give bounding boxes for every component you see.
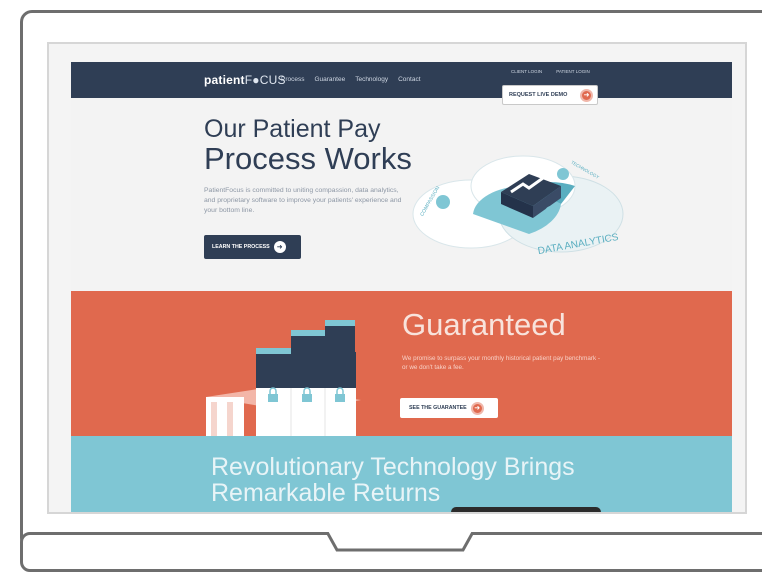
laptop-screen: patientF●CUS Process Guarantee Technolog… (47, 42, 747, 514)
laptop-hinge (325, 532, 475, 552)
logo[interactable]: patientF●CUS (204, 73, 286, 87)
hero-title-line1: Our Patient Pay (204, 115, 381, 143)
nav-links: Process Guarantee Technology Contact (281, 76, 421, 83)
technology-title-line1: Revolutionary Technology Brings (211, 453, 575, 481)
arrow-right-icon: ➜ (273, 241, 286, 253)
technology-title-line2: Remarkable Returns (211, 479, 441, 508)
arrow-right-icon: ➜ (470, 401, 484, 415)
request-demo-label: REQUEST LIVE DEMO (509, 92, 568, 98)
see-guarantee-label: SEE THE GUARANTEE (409, 405, 467, 411)
guarantee-title: Guaranteed (402, 307, 566, 342)
login-links: CLIENT LOGIN PATIENT LOGIN (511, 69, 590, 74)
logo-main: patient (204, 73, 245, 87)
guarantee-description: We promise to surpass your monthly histo… (402, 355, 600, 372)
learn-process-label: LEARN THE PROCESS (212, 244, 270, 250)
learn-process-button[interactable]: LEARN THE PROCESS ➜ (204, 235, 301, 259)
client-login-link[interactable]: CLIENT LOGIN (511, 69, 542, 74)
website: patientF●CUS Process Guarantee Technolog… (71, 62, 732, 512)
nav-link-contact[interactable]: Contact (398, 76, 420, 83)
nav-link-process[interactable]: Process (281, 76, 304, 83)
request-demo-button[interactable]: REQUEST LIVE DEMO ➜ (502, 85, 598, 105)
guarantee-building-graphic (206, 320, 361, 442)
see-guarantee-button[interactable]: SEE THE GUARANTEE ➜ (400, 398, 498, 418)
nav-link-technology[interactable]: Technology (355, 76, 388, 83)
hero-title: Our Patient Pay Process Works (204, 115, 412, 176)
logo-focus: F●CUS (244, 73, 286, 87)
technology-title: Revolutionary Technology Brings Remarkab… (211, 454, 575, 507)
nav-link-guarantee[interactable]: Guarantee (314, 76, 345, 83)
patient-login-link[interactable]: PATIENT LOGIN (556, 69, 590, 74)
hero-title-line2: Process Works (204, 141, 412, 176)
process-venn-graphic: DATA ANALYTICS COMPASSION TECHNOLOGY (412, 155, 624, 257)
arrow-right-icon: ➜ (580, 88, 593, 102)
device-image (451, 507, 601, 512)
top-nav: patientF●CUS Process Guarantee Technolog… (71, 62, 732, 98)
hero-description: PatientFocus is committed to uniting com… (204, 187, 402, 215)
